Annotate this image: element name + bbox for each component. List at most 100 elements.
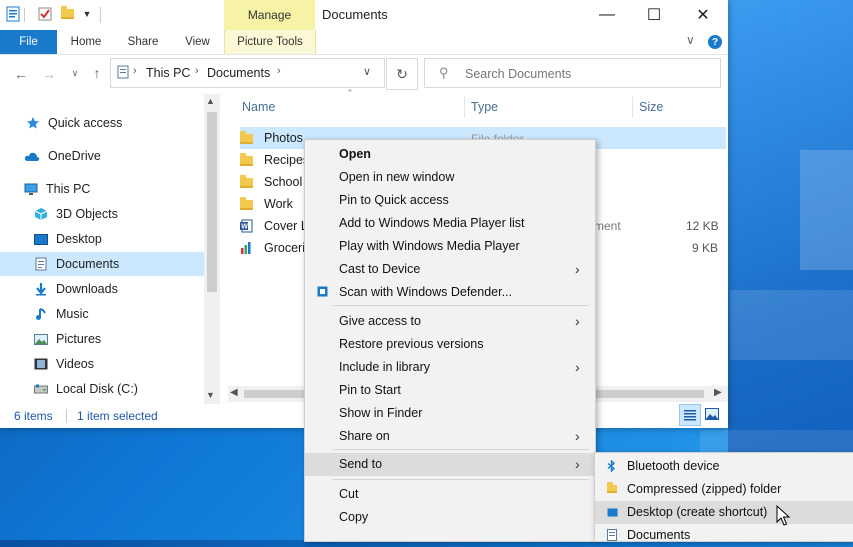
ribbon-collapse-icon[interactable]: ∨ bbox=[686, 33, 695, 47]
document-icon bbox=[117, 65, 129, 79]
zip-folder-icon bbox=[607, 482, 617, 493]
details-view-button[interactable] bbox=[679, 404, 701, 426]
svg-text:W: W bbox=[241, 224, 248, 231]
breadcrumb-documents[interactable]: Documents bbox=[207, 66, 270, 80]
breadcrumb-this-pc[interactable]: This PC bbox=[146, 66, 190, 80]
nav-item-label: Pictures bbox=[56, 332, 102, 346]
search-input[interactable]: ⚲ Search Documents bbox=[424, 58, 721, 88]
menu-item-play-media-player[interactable]: Play with Windows Media Player bbox=[305, 235, 595, 258]
column-divider[interactable] bbox=[632, 96, 633, 118]
menu-item-open[interactable]: Open bbox=[305, 143, 595, 166]
menu-item-add-media-player-list[interactable]: Add to Windows Media Player list bbox=[305, 212, 595, 235]
nav-item-label: Desktop bbox=[56, 232, 102, 246]
submenu-item-desktop-shortcut[interactable]: Desktop (create shortcut) bbox=[595, 501, 853, 524]
menu-separator bbox=[333, 479, 589, 480]
file-name: Work bbox=[264, 197, 293, 211]
help-icon[interactable]: ? bbox=[708, 35, 722, 49]
picture-icon bbox=[34, 332, 48, 346]
tab-view[interactable]: View bbox=[171, 30, 224, 54]
menu-item-share-on[interactable]: Share on › bbox=[305, 425, 595, 448]
nav-item-documents[interactable]: Documents bbox=[0, 252, 204, 276]
chevron-right-icon: › bbox=[133, 65, 137, 77]
tab-picture-tools[interactable]: Picture Tools bbox=[224, 30, 316, 54]
computer-icon bbox=[24, 182, 38, 196]
minimize-button[interactable]: — bbox=[584, 0, 630, 30]
maximize-button[interactable]: ☐ bbox=[631, 0, 677, 30]
close-button[interactable]: ✕ bbox=[680, 0, 726, 30]
nav-item-this-pc[interactable]: This PC bbox=[0, 177, 228, 201]
chart-file-icon bbox=[240, 241, 254, 255]
submenu-item-bluetooth[interactable]: Bluetooth device bbox=[595, 455, 853, 478]
submenu-item-documents[interactable]: Documents bbox=[595, 524, 853, 547]
nav-item-label: OneDrive bbox=[48, 149, 101, 163]
menu-item-cut[interactable]: Cut bbox=[305, 483, 595, 506]
menu-item-pin-quick-access[interactable]: Pin to Quick access bbox=[305, 189, 595, 212]
window-title: Documents bbox=[322, 7, 388, 22]
search-placeholder: Search Documents bbox=[465, 67, 572, 81]
chevron-down-icon[interactable]: ▼ bbox=[78, 5, 96, 23]
scrollbar-thumb[interactable] bbox=[207, 112, 217, 292]
send-to-submenu: Bluetooth device Compressed (zipped) fol… bbox=[594, 452, 853, 542]
column-header-name[interactable]: Name bbox=[242, 100, 275, 114]
chevron-right-icon: › bbox=[575, 428, 580, 444]
checkmark-icon[interactable] bbox=[36, 5, 54, 23]
large-icons-view-button[interactable] bbox=[702, 404, 722, 424]
nav-item-downloads[interactable]: Downloads bbox=[0, 277, 238, 301]
menu-item-include-library[interactable]: Include in library › bbox=[305, 356, 595, 379]
cloud-icon bbox=[24, 149, 40, 163]
scroll-down-icon[interactable]: ▼ bbox=[206, 390, 215, 400]
up-arrow-icon[interactable]: ↑ bbox=[88, 65, 106, 81]
video-icon bbox=[34, 357, 48, 371]
menu-item-restore-versions[interactable]: Restore previous versions bbox=[305, 333, 595, 356]
address-bar[interactable]: › This PC › Documents › ∨ bbox=[110, 58, 385, 88]
refresh-button[interactable]: ↻ bbox=[386, 58, 418, 90]
forward-arrow-icon[interactable]: → bbox=[40, 66, 58, 82]
tab-share[interactable]: Share bbox=[115, 30, 171, 54]
tab-file[interactable]: File bbox=[0, 30, 57, 54]
chevron-right-icon: › bbox=[195, 65, 199, 77]
search-icon: ⚲ bbox=[439, 65, 449, 80]
scroll-left-icon[interactable]: ◀ bbox=[230, 387, 238, 398]
nav-item-3d-objects[interactable]: 3D Objects bbox=[0, 202, 238, 226]
tab-home[interactable]: Home bbox=[57, 30, 115, 54]
column-header-type[interactable]: Type bbox=[471, 100, 498, 114]
nav-item-onedrive[interactable]: OneDrive bbox=[0, 144, 228, 168]
menu-item-give-access[interactable]: Give access to › bbox=[305, 310, 595, 333]
folder-icon bbox=[240, 197, 254, 211]
back-arrow-icon[interactable]: ← bbox=[12, 66, 30, 82]
manage-context-tab[interactable]: Manage bbox=[224, 0, 315, 30]
toolbar-divider bbox=[24, 8, 25, 22]
scroll-up-icon[interactable]: ▲ bbox=[206, 96, 215, 106]
menu-item-pin-start[interactable]: Pin to Start bbox=[305, 379, 595, 402]
menu-item-show-finder[interactable]: Show in Finder bbox=[305, 402, 595, 425]
column-divider[interactable] bbox=[464, 96, 465, 118]
menu-item-copy[interactable]: Copy bbox=[305, 506, 595, 529]
file-name: Recipes bbox=[264, 153, 310, 167]
nav-item-videos[interactable]: Videos bbox=[0, 352, 238, 376]
menu-item-cast-to-device[interactable]: Cast to Device › bbox=[305, 258, 595, 281]
document-icon bbox=[34, 257, 48, 271]
submenu-item-zip[interactable]: Compressed (zipped) folder bbox=[595, 478, 853, 501]
disk-icon bbox=[34, 382, 48, 396]
menu-item-scan-defender[interactable]: Scan with Windows Defender... bbox=[305, 281, 595, 304]
new-folder-icon[interactable] bbox=[58, 5, 76, 23]
menu-item-send-to[interactable]: Send to › bbox=[305, 453, 595, 476]
chevron-down-icon[interactable]: ∨ bbox=[363, 65, 371, 78]
nav-item-local-disk[interactable]: Local Disk (C:) bbox=[0, 377, 238, 401]
nav-item-quick-access[interactable]: Quick access bbox=[0, 111, 230, 135]
menu-item-open-new-window[interactable]: Open in new window bbox=[305, 166, 595, 189]
cube-icon bbox=[34, 207, 48, 221]
nav-item-pictures[interactable]: Pictures bbox=[0, 327, 238, 351]
nav-item-desktop[interactable]: Desktop bbox=[0, 227, 238, 251]
properties-icon[interactable] bbox=[4, 5, 22, 23]
download-icon bbox=[34, 282, 48, 296]
scroll-right-icon[interactable]: ▶ bbox=[714, 387, 722, 398]
sort-ascending-icon: ⌃ bbox=[346, 88, 354, 98]
word-doc-icon: W bbox=[240, 219, 254, 233]
nav-pane-scrollbar[interactable]: ▲ ▼ bbox=[204, 94, 220, 404]
column-header-size[interactable]: Size bbox=[639, 100, 663, 114]
nav-item-music[interactable]: Music bbox=[0, 302, 238, 326]
recent-locations-icon[interactable]: ∨ bbox=[66, 68, 84, 79]
file-name: Cover L bbox=[264, 219, 308, 233]
file-name: Groceri bbox=[264, 241, 305, 255]
